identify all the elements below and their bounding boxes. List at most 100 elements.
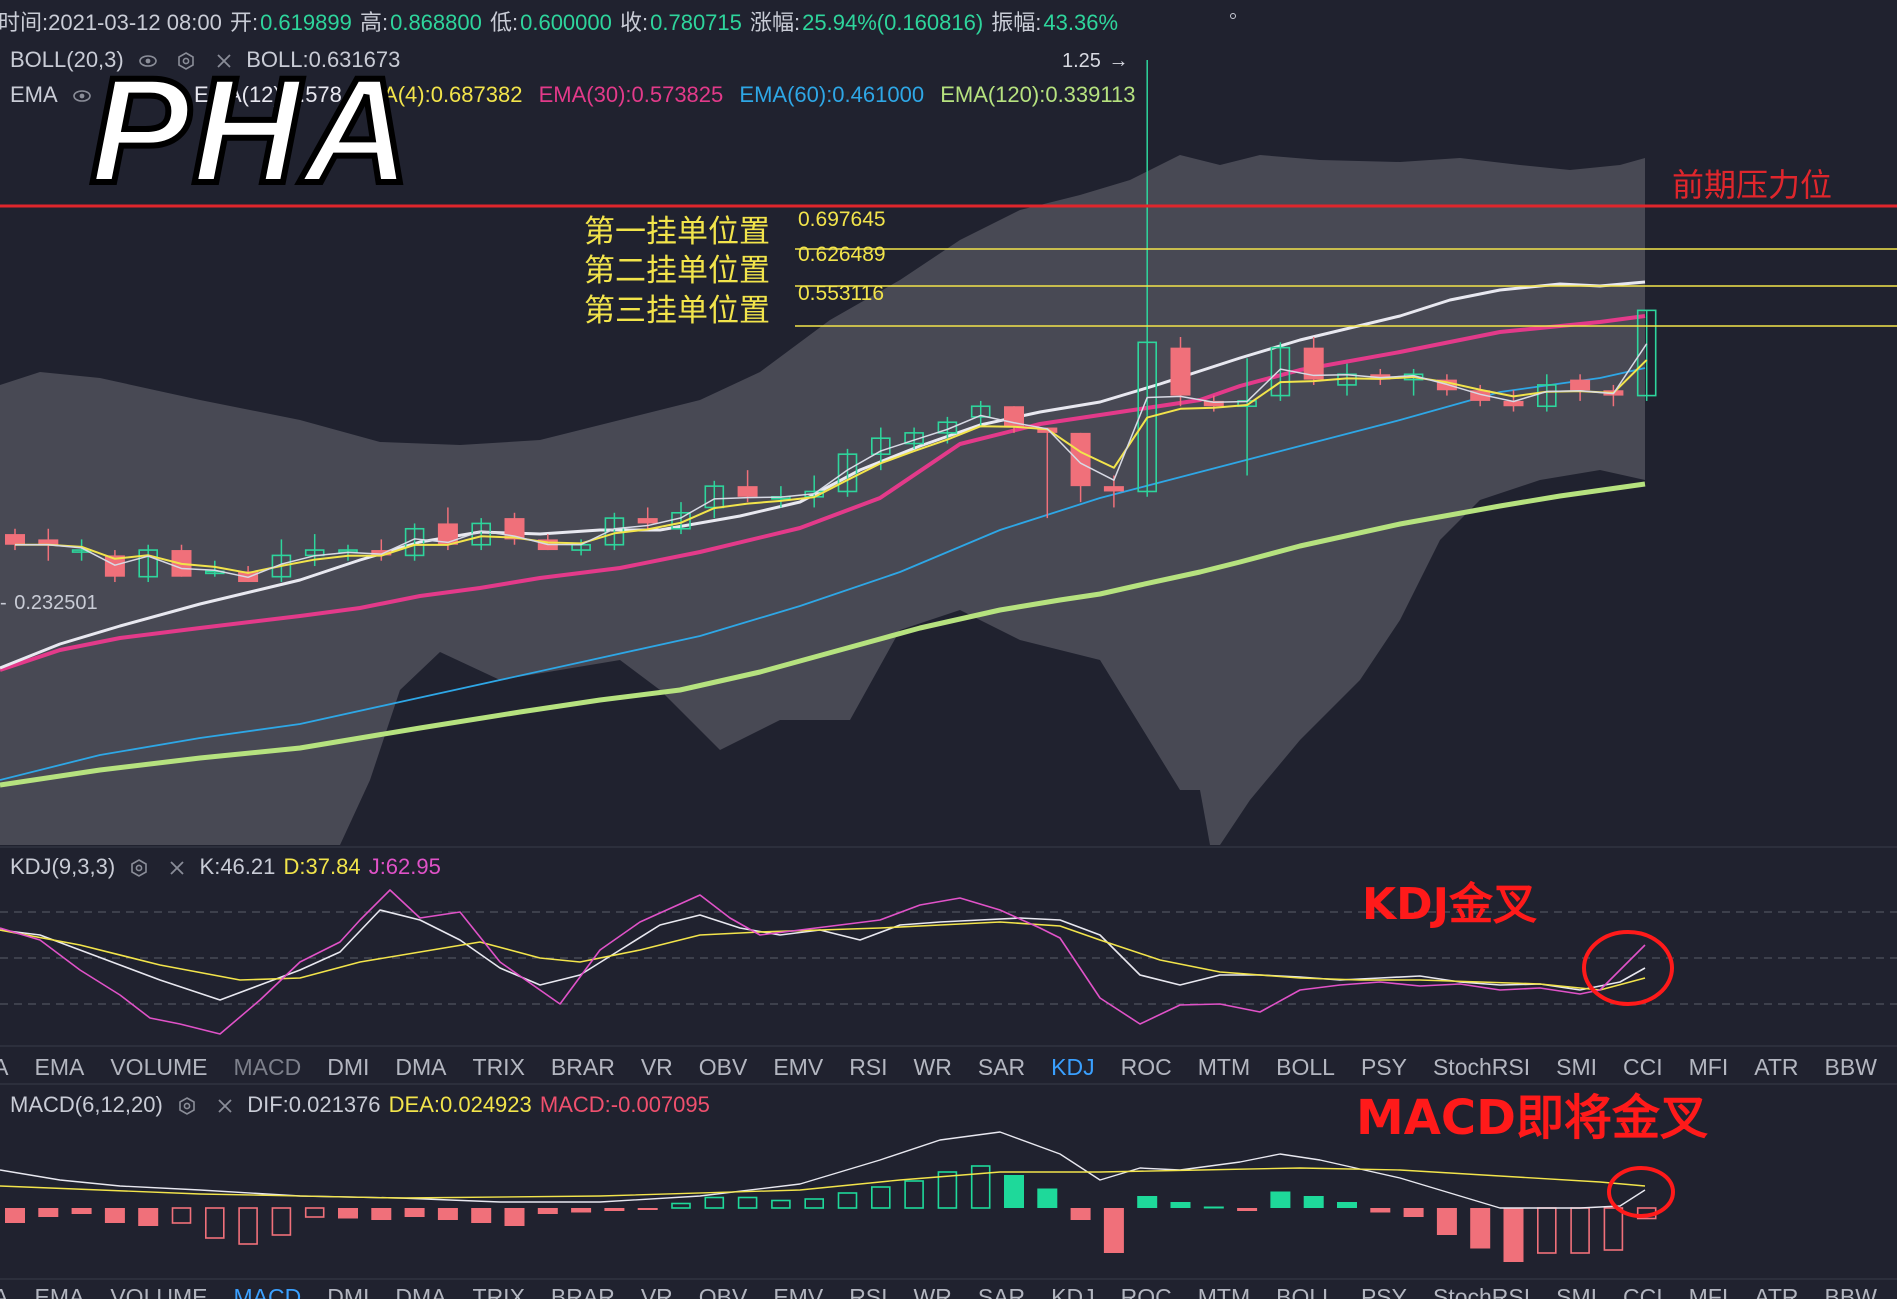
tab-sar[interactable]: SAR xyxy=(978,1054,1025,1080)
macd-name: MACD(6,12,20) xyxy=(10,1092,163,1117)
tab-stochrsi[interactable]: StochRSI xyxy=(1433,1054,1530,1080)
tab-dma[interactable]: DMA xyxy=(395,1284,446,1299)
candle-body-down xyxy=(5,534,25,545)
macd-bar xyxy=(1004,1175,1024,1208)
macd-bar xyxy=(1537,1207,1557,1254)
macd-bar xyxy=(1503,1208,1524,1262)
tab-trix[interactable]: TRIX xyxy=(473,1054,525,1080)
close-icon[interactable] xyxy=(167,858,187,878)
macd-bar xyxy=(471,1208,492,1223)
order2-value: 0.626489 xyxy=(798,243,886,266)
macd-bar xyxy=(404,1208,425,1217)
tab-emv[interactable]: EMV xyxy=(773,1054,823,1080)
macd-bar xyxy=(1170,1202,1191,1208)
macd-bar xyxy=(704,1196,725,1209)
tab-ema[interactable]: EMA xyxy=(35,1284,85,1299)
tab-atr[interactable]: ATR xyxy=(1754,1284,1798,1299)
order3-label: 第三挂单位置 xyxy=(584,293,770,329)
panel-divider xyxy=(0,1045,1897,1047)
degree-dot xyxy=(1230,13,1236,19)
tab-ema[interactable]: EMA xyxy=(35,1054,85,1080)
high-marker: 1.25 → xyxy=(1062,50,1129,72)
macd-bar xyxy=(5,1208,25,1223)
tab-vr[interactable]: VR xyxy=(641,1284,673,1299)
ema60-value: EMA(60):0.461000 xyxy=(739,82,925,107)
tab-roc[interactable]: ROC xyxy=(1121,1054,1172,1080)
tab-mfi[interactable]: MFI xyxy=(1689,1054,1729,1080)
tab-trix[interactable]: TRIX xyxy=(473,1284,525,1299)
close-icon[interactable] xyxy=(215,1096,235,1116)
tab-dma[interactable]: DMA xyxy=(395,1054,446,1080)
tab-macd[interactable]: MACD xyxy=(233,1284,301,1299)
macd-bar xyxy=(1436,1208,1457,1235)
tab-rsi[interactable]: RSI xyxy=(849,1284,887,1299)
settings-icon[interactable] xyxy=(129,858,149,878)
tab-mfi[interactable]: MFI xyxy=(1689,1284,1729,1299)
chart-screen: 时间:2021-03-12 08:00 开:0.619899 高:0.86880… xyxy=(0,0,1897,1299)
macd-bar xyxy=(338,1208,358,1219)
tab-bbw[interactable]: BBW xyxy=(1825,1054,1877,1080)
tab-ma[interactable]: MA xyxy=(0,1284,9,1299)
tab-dmi[interactable]: DMI xyxy=(327,1054,369,1080)
macd-bar xyxy=(970,1165,991,1209)
settings-icon[interactable] xyxy=(177,1096,197,1116)
tab-mtm[interactable]: MTM xyxy=(1198,1054,1250,1080)
tab-brar[interactable]: BRAR xyxy=(551,1054,615,1080)
tab-boll[interactable]: BOLL xyxy=(1276,1054,1335,1080)
tab-cci[interactable]: CCI xyxy=(1623,1054,1663,1080)
macd-bar xyxy=(1370,1208,1391,1213)
change-value: 25.94%(0.160816) xyxy=(802,10,984,35)
macd-bar xyxy=(804,1198,825,1209)
datetime: 时间:2021-03-12 08:00 xyxy=(0,10,222,35)
tab-wr[interactable]: WR xyxy=(914,1284,952,1299)
tab-boll[interactable]: BOLL xyxy=(1276,1284,1335,1299)
tab-obv[interactable]: OBV xyxy=(699,1054,748,1080)
tab-dmi[interactable]: DMI xyxy=(327,1284,369,1299)
macd-bar xyxy=(1303,1196,1324,1208)
tab-mtm[interactable]: MTM xyxy=(1198,1284,1250,1299)
macd-bar xyxy=(671,1202,691,1209)
tab-rsi[interactable]: RSI xyxy=(849,1054,887,1080)
tab-vr[interactable]: VR xyxy=(641,1054,673,1080)
tab-volume[interactable]: VOLUME xyxy=(110,1054,207,1080)
macd-bar xyxy=(38,1208,59,1217)
kdj-legend: KDJ(9,3,3) K:46.21 D:37.84 J:62.95 xyxy=(10,852,443,882)
tab-smi[interactable]: SMI xyxy=(1556,1054,1597,1080)
macd-bar xyxy=(371,1208,392,1220)
tab-kdj[interactable]: KDJ xyxy=(1051,1284,1094,1299)
tab-brar[interactable]: BRAR xyxy=(551,1284,615,1299)
tab-psy[interactable]: PSY xyxy=(1361,1284,1407,1299)
macd-bar xyxy=(904,1180,924,1209)
tab-kdj[interactable]: KDJ xyxy=(1051,1054,1094,1080)
dash-icon: - xyxy=(0,592,13,614)
tab-ma[interactable]: MA xyxy=(0,1054,9,1080)
tab-emv[interactable]: EMV xyxy=(773,1284,823,1299)
panel-divider xyxy=(0,846,1897,848)
macd-bar xyxy=(1103,1208,1124,1253)
kdj-d: D:37.84 xyxy=(283,854,361,879)
tab-stochrsi[interactable]: StochRSI xyxy=(1433,1284,1530,1299)
tab-volume[interactable]: VOLUME xyxy=(110,1284,207,1299)
tab-smi[interactable]: SMI xyxy=(1556,1284,1597,1299)
tab-cci[interactable]: CCI xyxy=(1623,1284,1663,1299)
ema120-value: EMA(120):0.339113 xyxy=(940,82,1136,107)
tab-wr[interactable]: WR xyxy=(914,1054,952,1080)
eye-icon[interactable] xyxy=(72,86,92,106)
tab-atr[interactable]: ATR xyxy=(1754,1054,1798,1080)
order3-value: 0.553116 xyxy=(798,282,885,305)
macd-bar xyxy=(437,1208,458,1220)
tab-roc[interactable]: ROC xyxy=(1121,1284,1172,1299)
tab-sar[interactable]: SAR xyxy=(978,1284,1025,1299)
macd-bar xyxy=(1037,1188,1058,1208)
macd-bar xyxy=(1603,1207,1624,1251)
macd-bar xyxy=(537,1208,558,1214)
tab-macd[interactable]: MACD xyxy=(233,1054,301,1080)
low-value: 0.600000 xyxy=(520,10,612,35)
symbol-title: PHA xyxy=(87,46,414,214)
macd-bar xyxy=(1570,1207,1590,1254)
tab-obv[interactable]: OBV xyxy=(699,1284,748,1299)
tab-psy[interactable]: PSY xyxy=(1361,1054,1407,1080)
tab-bbw[interactable]: BBW xyxy=(1825,1284,1877,1299)
macd-bar xyxy=(870,1186,891,1209)
close-value: 0.780715 xyxy=(650,10,742,35)
